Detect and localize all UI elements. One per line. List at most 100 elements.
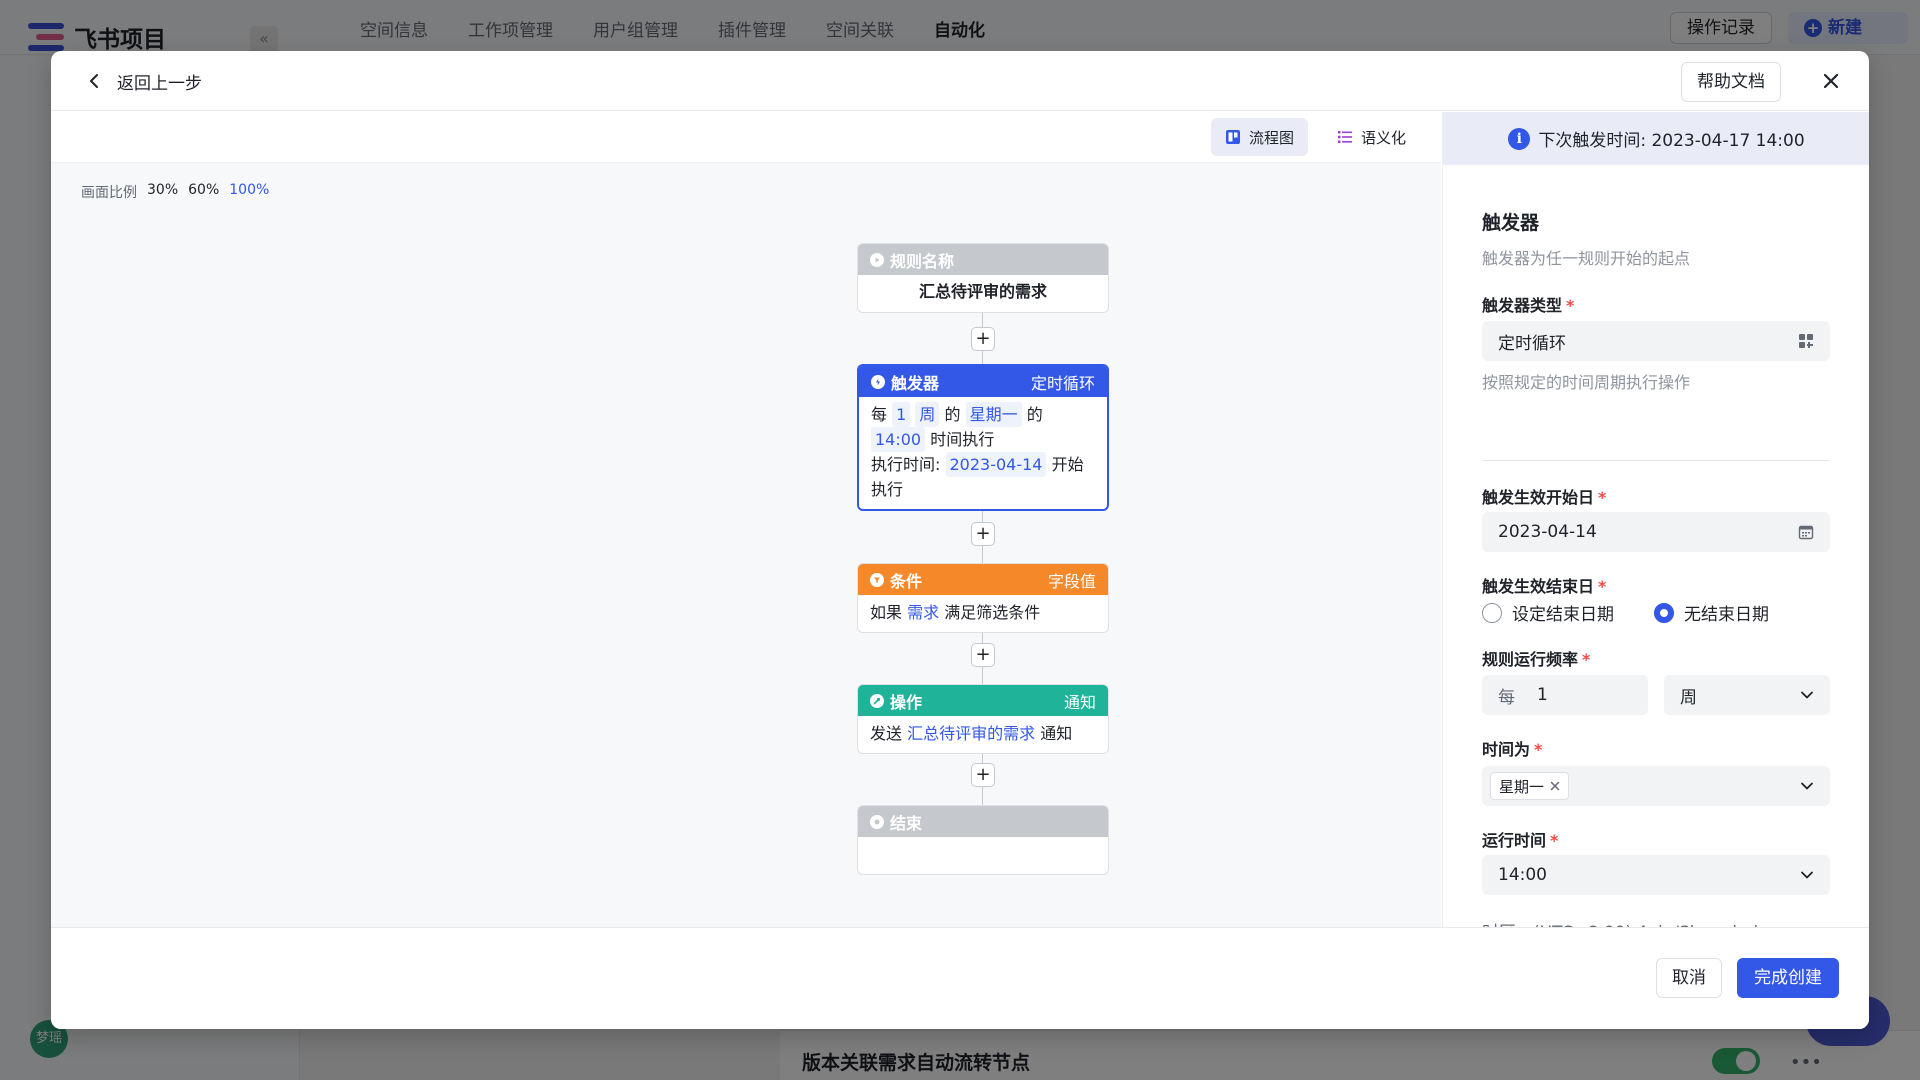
frequency-unit-select[interactable]: 周: [1664, 675, 1830, 715]
next-trigger-banner: i 下次触发时间: 2023-04-17 14:00: [1443, 112, 1869, 165]
condition-text-suffix: 满足筛选条件: [944, 603, 1041, 622]
add-step-button[interactable]: +: [971, 763, 995, 787]
trigger-icon: [871, 374, 885, 389]
play-icon: [870, 252, 884, 267]
help-doc-button[interactable]: 帮助文档: [1681, 62, 1781, 102]
no-end-date-radio[interactable]: 无结束日期: [1654, 600, 1769, 625]
trigger-type-value: 定时循环: [1498, 333, 1566, 354]
weekday-tag: 星期一: [1490, 772, 1570, 800]
action-node-body: 发送 汇总待评审的需求 通知: [858, 716, 1108, 751]
run-time-value: 14:00: [1498, 865, 1547, 885]
end-node-header: 结束: [858, 806, 1108, 837]
remove-tag-icon[interactable]: [1550, 781, 1560, 791]
condition-node-title: 条件: [890, 571, 923, 591]
zoom-label: 画面比例: [81, 185, 137, 201]
panel-subtitle: 触发器为任一规则开始的起点: [1482, 249, 1691, 268]
add-step-button[interactable]: +: [971, 522, 995, 546]
back-button-label: 返回上一步: [117, 73, 202, 94]
run-time-select[interactable]: 14:00: [1482, 855, 1830, 895]
action-node-title: 操作: [890, 692, 923, 712]
chevron-left-icon: [90, 74, 98, 88]
frequency-label: 规则运行频率 *: [1482, 650, 1591, 669]
rule-name-node[interactable]: 规则名称 汇总待评审的需求: [857, 243, 1109, 313]
trigger-node-body: 每 1 周 的 星期一 的 14:00 时间执行 执行时间: 2023-04-1…: [859, 397, 1107, 507]
trigger-settings-panel: i 下次触发时间: 2023-04-17 14:00 触发器 触发器为任一规则开…: [1442, 112, 1869, 943]
trigger-unit-chip: 周: [915, 402, 940, 427]
add-step-button[interactable]: +: [971, 643, 995, 667]
filter-icon: [870, 572, 884, 587]
modal-header: 返回上一步 帮助文档: [51, 51, 1869, 111]
list-icon: [1338, 131, 1352, 143]
flowchart-icon: [1226, 130, 1240, 144]
chevron-down-icon: [1800, 868, 1814, 882]
chevron-down-icon: [1800, 688, 1814, 702]
start-date-picker[interactable]: 2023-04-14: [1482, 512, 1830, 552]
zoom-control: 画面比例 30% 60% 100%: [81, 182, 269, 202]
condition-node-body: 如果 需求 满足筛选条件: [858, 595, 1108, 630]
action-entity: 汇总待评审的需求: [907, 724, 1036, 743]
set-end-date-label: 设定结束日期: [1512, 605, 1614, 625]
weekday-select[interactable]: 星期一: [1482, 766, 1830, 806]
no-end-date-label: 无结束日期: [1684, 605, 1769, 625]
trigger-node[interactable]: 触发器 定时循环 每 1 周 的 星期一 的 14:00 时间执行 执行时间: …: [857, 364, 1109, 511]
zoom-60[interactable]: 60%: [188, 182, 219, 202]
action-text-suffix: 通知: [1040, 724, 1073, 743]
frequency-unit-value: 周: [1680, 687, 1697, 708]
semantic-view-button[interactable]: 语义化: [1323, 118, 1420, 156]
action-node[interactable]: 操作 通知 发送 汇总待评审的需求 通知: [857, 684, 1109, 754]
panel-divider: [1482, 460, 1830, 461]
condition-node[interactable]: 条件 字段值 如果 需求 满足筛选条件: [857, 563, 1109, 633]
rule-name-node-title: 规则名称: [890, 251, 955, 271]
zoom-30[interactable]: 30%: [147, 182, 178, 202]
frequency-count-input[interactable]: 每 1: [1482, 675, 1648, 715]
action-node-tag: 通知: [1063, 692, 1096, 712]
set-end-date-radio[interactable]: 设定结束日期: [1482, 600, 1614, 625]
close-icon[interactable]: [1817, 67, 1845, 95]
view-switcher: 流程图 语义化: [51, 112, 1441, 163]
back-button[interactable]: 返回上一步: [85, 65, 202, 97]
rule-name-value: 汇总待评审的需求: [918, 282, 1047, 301]
trigger-count-chip: 1: [892, 402, 911, 427]
panel-title: 触发器: [1482, 212, 1540, 234]
trigger-text-of: 的: [944, 405, 961, 424]
action-node-header: 操作 通知: [858, 685, 1108, 716]
flowchart-view-label: 流程图: [1249, 128, 1295, 147]
trigger-time-chip: 14:00: [871, 427, 926, 452]
trigger-weekday-chip: 星期一: [965, 402, 1022, 427]
radio-unchecked-icon: [1482, 602, 1502, 623]
cancel-button[interactable]: 取消: [1656, 958, 1722, 998]
trigger-node-tag: 定时循环: [1030, 373, 1095, 393]
weekday-tag-label: 星期一: [1499, 777, 1545, 796]
trigger-text-time-suffix: 时间执行: [930, 430, 995, 449]
time-is-label: 时间为 *: [1482, 740, 1543, 759]
trigger-exec-date-chip: 2023-04-14: [945, 452, 1047, 477]
condition-text-prefix: 如果: [870, 603, 903, 622]
end-date-options: 设定结束日期 无结束日期: [1482, 600, 1769, 625]
trigger-text-every: 每: [871, 405, 888, 424]
end-icon: [870, 814, 884, 829]
trigger-text-exec-prefix: 执行时间:: [871, 455, 941, 474]
zoom-100[interactable]: 100%: [229, 182, 269, 202]
chevron-down-icon: [1800, 779, 1814, 793]
start-date-value: 2023-04-14: [1498, 522, 1597, 542]
trigger-type-select[interactable]: 定时循环: [1482, 321, 1830, 361]
frequency-count-value: 1: [1537, 685, 1548, 705]
trigger-type-hint: 按照规定的时间周期执行操作: [1482, 373, 1691, 392]
flowchart-view-button[interactable]: 流程图: [1211, 118, 1309, 156]
flow-canvas[interactable]: 流程图 语义化 画面比例 30% 60% 100% 规则名称 汇总待评审的需求 …: [51, 112, 1441, 927]
condition-node-tag: 字段值: [1047, 571, 1096, 591]
run-time-label: 运行时间 *: [1482, 831, 1559, 850]
action-text-prefix: 发送: [870, 724, 903, 743]
wrench-icon: [870, 693, 884, 708]
end-node[interactable]: 结束: [857, 805, 1109, 875]
condition-node-header: 条件 字段值: [858, 564, 1108, 595]
end-date-label: 触发生效结束日 *: [1482, 577, 1607, 596]
rule-name-node-header: 规则名称: [858, 244, 1108, 275]
next-trigger-text: 下次触发时间: 2023-04-17 14:00: [1538, 131, 1805, 151]
finish-create-button[interactable]: 完成创建: [1737, 958, 1839, 998]
frequency-prefix: 每: [1498, 687, 1515, 708]
trigger-node-title: 触发器: [891, 373, 940, 393]
condition-entity: 需求: [907, 603, 940, 622]
semantic-view-label: 语义化: [1361, 128, 1407, 147]
add-step-button[interactable]: +: [971, 327, 995, 351]
